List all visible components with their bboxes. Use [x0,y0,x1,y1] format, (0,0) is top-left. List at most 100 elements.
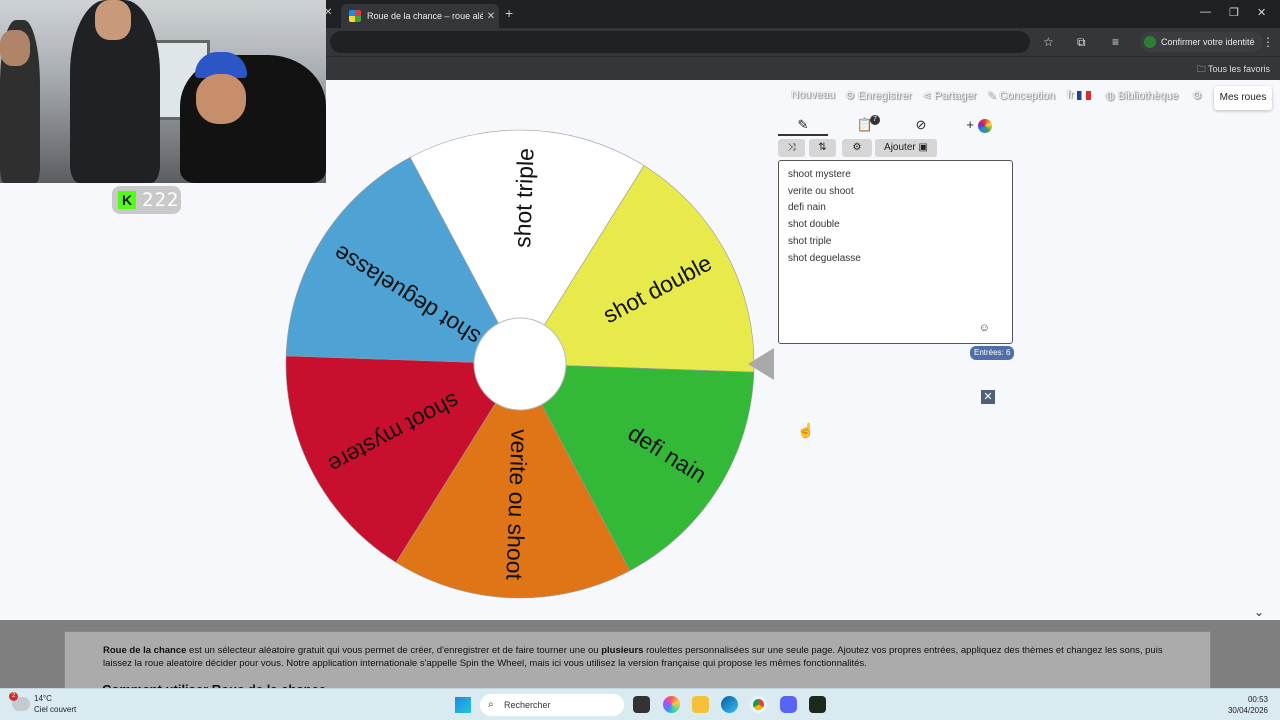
wheel-segment-label: shot triple [509,148,538,249]
discord-icon[interactable] [780,696,797,713]
shuffle-button[interactable]: ⤨ [778,139,805,157]
entry-line: shot double [788,219,840,231]
nav-conception[interactable]: ✎ Conception [987,89,1055,105]
webcam-overlay [0,0,326,183]
copilot-icon[interactable] [663,696,680,713]
mouse-cursor-icon: ☝ [797,422,815,438]
taskbar-search-placeholder: Rechercher [504,700,551,710]
identity-label: Confirmer votre identité [1161,37,1255,47]
windows-taskbar: 2 14°C Ciel couvert ⌕ Rechercher 00:53 3… [0,688,1280,720]
globe-icon: ◍ [1105,90,1118,102]
nav-partager[interactable]: ⋖ Partager [922,89,976,105]
tab-edit-entries[interactable]: ✎ [778,114,828,136]
webcam-face [0,30,30,66]
chevron-down-icon[interactable]: ⌄ [1254,605,1264,619]
entry-line: defi nain [788,202,826,214]
wheel-segment-label: verite ou shoot [501,429,532,581]
cloud-icon: 2 [9,692,30,711]
weather-desc: Ciel couvert [34,705,77,714]
entries-count-badge: Entrées: 6 [970,346,1015,360]
system-clock[interactable]: 00:53 30/04/2026 [1228,694,1268,716]
results-count-badge: 7 [870,115,880,125]
share-icon: ⋖ [922,90,935,102]
entry-line: shoot mystere [788,169,851,180]
color-palette-icon [977,118,992,133]
taskbar-search-input[interactable]: ⌕ Rechercher [480,694,624,716]
nav-bibliotheque-label: Bibliothèque [1117,90,1179,102]
address-bar[interactable] [330,31,1030,53]
add-image-label: Ajouter [884,142,916,153]
browser-menu-icon[interactable]: ⋮ [1262,35,1274,49]
image-icon: ▣ [918,142,928,153]
plus-icon: + [966,117,974,132]
close-icon[interactable]: ✕ [981,390,995,404]
design-pencil-icon: ✎ [987,90,1000,102]
entry-line: verite ou shoot [788,185,854,197]
tab-add-color[interactable]: + [954,114,1004,136]
tab-results[interactable]: 📋 7 [840,114,890,136]
new-tab-icon[interactable]: + [505,5,513,21]
spinning-wheel[interactable]: shot tripleshot doubledefi nainverite ou… [280,124,760,604]
all-bookmarks-label: Tous les favoris [1207,64,1270,74]
bookmark-star-icon[interactable]: ☆ [1043,35,1054,49]
chrome-icon[interactable] [750,696,767,713]
file-explorer-icon[interactable] [692,696,709,713]
viewer-count: 222 [142,189,180,211]
close-window-icon[interactable]: ✕ [1257,6,1266,19]
description-brand: Roue de la chance [103,645,187,656]
nav-bibliotheque[interactable]: ◍ Bibliothèque [1105,89,1178,105]
weather-widget[interactable]: 2 14°C Ciel couvert [9,692,77,715]
settings-icon: ⚙ [852,142,862,153]
editor-tabs: ✎ 📋 7 ⊘ + [778,114,1012,136]
edge-icon[interactable] [721,696,738,713]
nav-enregistrer[interactable]: ⚙ Enregistrer [845,89,912,105]
wheel-center-hub[interactable] [473,317,567,411]
windows-start-icon[interactable] [455,697,471,713]
identity-button[interactable]: Confirmer votre identité [1140,32,1263,52]
task-view-icon[interactable] [633,696,650,713]
profile-avatar-icon [1144,36,1156,48]
sort-button[interactable]: ⇅ [809,139,836,157]
tab-hide[interactable]: ⊘ [896,114,946,136]
save-icon: ⚙ [845,90,858,102]
entry-line: shot triple [788,235,832,247]
reading-list-icon[interactable]: ≡ [1112,35,1119,49]
kick-logo-icon: K [118,191,136,209]
nav-nouveau[interactable]: Nouveau [791,89,835,105]
nav-lang-label: fr [1067,89,1074,101]
all-bookmarks-link[interactable]: 🗀 Tous les favoris [1197,62,1270,78]
webcam-face [196,74,246,124]
weather-badge: 2 [9,692,18,701]
wheel-pointer-icon [748,348,774,380]
description-text: est un sélecteur aléatoire gratuit qui v… [186,645,602,656]
emoji-picker-icon[interactable]: ☺ [979,322,990,334]
tab-roue-de-la-chance[interactable]: Roue de la chance – roue aléatoire ✕ [341,4,499,28]
france-flag-icon [1076,90,1091,100]
add-image-button[interactable]: Ajouter ▣ [875,139,937,157]
mes-roues-button[interactable]: Mes roues [1214,86,1272,110]
restore-icon[interactable]: ❐ [1229,6,1239,19]
nav-enregistrer-label: Enregistrer [857,90,912,102]
advanced-button[interactable]: ⚙ [842,139,872,157]
pencil-icon: ✎ [797,117,809,132]
nav-partager-label: Partager [934,90,977,102]
weather-temp: 14°C [34,694,52,703]
nav-language[interactable]: fr [1067,89,1091,105]
extensions-icon[interactable]: ⧉ [1077,35,1086,50]
sort-icon: ⇅ [818,142,827,153]
app-icon[interactable] [809,696,826,713]
webcam-face [95,0,131,40]
nav-conception-label: Conception [999,90,1055,102]
eye-off-icon: ⊘ [915,117,927,132]
tab-close-icon[interactable]: ✕ [483,11,499,22]
entry-line: shot deguelasse [788,252,861,264]
settings-gear-icon[interactable]: ⚙ [1192,89,1202,105]
shuffle-icon: ⤨ [787,142,796,153]
minimize-icon[interactable]: — [1200,6,1211,18]
search-icon: ⌕ [488,699,494,710]
clock-date: 30/04/2026 [1227,706,1268,715]
description-bold: plusieurs [601,645,644,656]
entries-textarea[interactable]: shoot mystere verite ou shoot defi nain … [778,160,1013,344]
stream-viewer-badge: K 222 [112,186,181,214]
tab-title: Roue de la chance – roue aléatoire [367,11,483,21]
